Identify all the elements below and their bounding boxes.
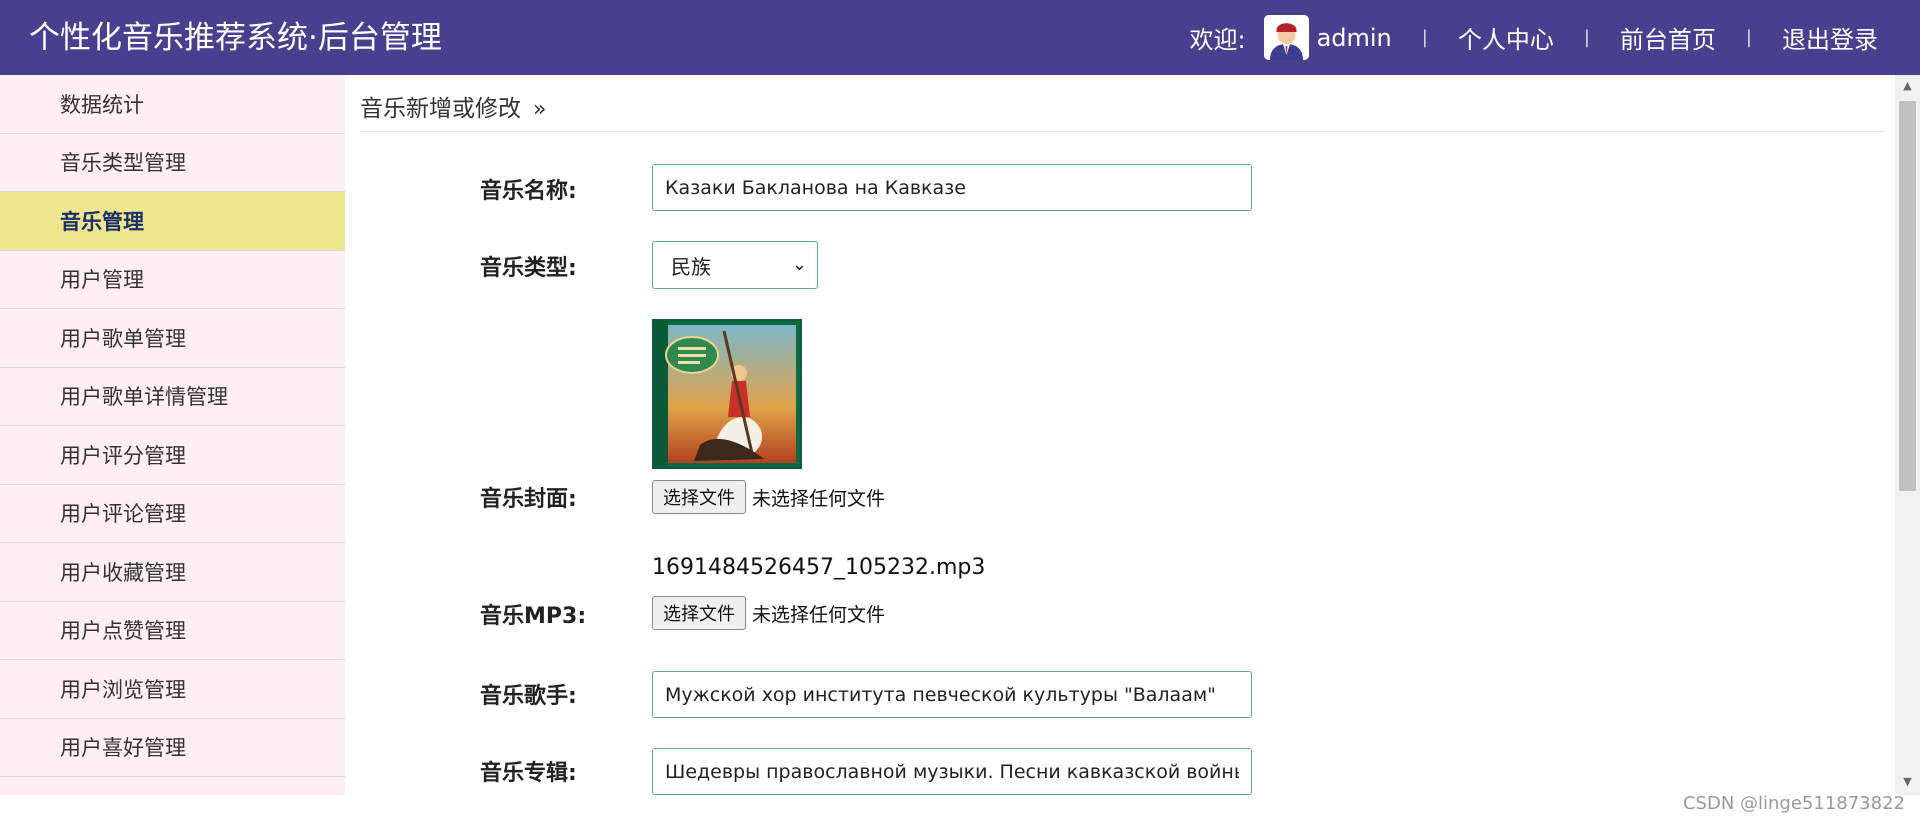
music-cover-label: 音乐封面: <box>480 487 577 512</box>
scroll-thumb[interactable] <box>1899 101 1916 491</box>
music-type-selected: 民族 <box>671 254 711 279</box>
sidebar-item-comments[interactable]: 用户评论管理 <box>0 485 345 543</box>
music-singer-label: 音乐歌手: <box>480 684 577 709</box>
cover-file-picker: 选择文件 未选择任何文件 <box>652 480 885 514</box>
app-title: 个性化音乐推荐系统·后台管理 <box>29 20 442 56</box>
music-singer-input[interactable] <box>652 671 1252 718</box>
welcome-text: 欢迎: <box>1189 26 1246 54</box>
sidebar-item-ratings[interactable]: 用户评分管理 <box>0 426 345 485</box>
main-content: 音乐新增或修改 » 音乐名称: 音乐类型: 民族 ⌄ <box>345 75 1895 795</box>
music-name-label: 音乐名称: <box>480 179 577 204</box>
nav-separator: | <box>1745 27 1752 48</box>
sidebar-item-data-stats[interactable]: 数据统计 <box>0 75 345 134</box>
header-user-nav: 欢迎: admin | 个人中心 | 前台首页 | 退出登录 <box>1189 0 1920 75</box>
cover-artwork <box>654 321 800 467</box>
sidebar-item-preferences[interactable]: 用户喜好管理 <box>0 719 345 777</box>
nav-separator: | <box>1421 27 1428 48</box>
user-avatar[interactable] <box>1263 15 1309 60</box>
mp3-file-status: 未选择任何文件 <box>752 603 886 626</box>
csdn-watermark: CSDN @linge511873822 <box>1682 793 1905 814</box>
nav-separator: | <box>1583 27 1590 48</box>
scroll-up-arrow-icon[interactable]: ▲ <box>1895 79 1920 95</box>
music-album-label: 音乐专辑: <box>480 761 577 786</box>
logout-link[interactable]: 退出登录 <box>1782 20 1878 55</box>
top-header: 个性化音乐推荐系统·后台管理 欢迎: admin | 个人中心 | 前台首页 |… <box>0 0 1920 75</box>
breadcrumb-divider <box>360 131 1885 132</box>
vertical-scrollbar[interactable]: ▲ ▼ <box>1895 75 1920 795</box>
cover-file-status: 未选择任何文件 <box>752 487 886 510</box>
sidebar-item-playlist-details[interactable]: 用户歌单详情管理 <box>0 368 345 426</box>
scroll-down-arrow-icon[interactable]: ▼ <box>1895 775 1920 791</box>
sidebar-item-users[interactable]: 用户管理 <box>0 251 345 309</box>
music-type-select[interactable]: 民族 ⌄ <box>652 241 818 289</box>
breadcrumb-text: 音乐新增或修改 <box>360 96 521 122</box>
sidebar-item-music-types[interactable]: 音乐类型管理 <box>0 134 345 192</box>
sidebar-item-playlists[interactable]: 用户歌单管理 <box>0 309 345 368</box>
music-name-input[interactable] <box>652 164 1252 211</box>
music-cover-image <box>652 319 802 469</box>
chevron-down-icon: ⌄ <box>791 254 807 275</box>
sidebar-item-favorites[interactable]: 用户收藏管理 <box>0 543 345 602</box>
breadcrumb: 音乐新增或修改 » <box>360 89 546 123</box>
cover-choose-file-button[interactable]: 选择文件 <box>652 480 746 514</box>
music-album-input[interactable] <box>652 748 1252 795</box>
sidebar-item-music[interactable]: 音乐管理 <box>0 192 345 251</box>
music-mp3-label: 音乐MP3: <box>480 604 587 629</box>
sidebar-item-likes[interactable]: 用户点赞管理 <box>0 602 345 660</box>
mp3-filename: 1691484526457_105232.mp3 <box>652 555 986 580</box>
avatar-person-icon <box>1263 15 1309 60</box>
music-type-label: 音乐类型: <box>480 256 577 281</box>
mp3-choose-file-button[interactable]: 选择文件 <box>652 596 746 630</box>
profile-link[interactable]: 个人中心 <box>1458 20 1554 55</box>
username: admin <box>1316 23 1392 52</box>
sidebar-menu: 数据统计 音乐类型管理 音乐管理 用户管理 用户歌单管理 用户歌单详情管理 用户… <box>0 75 345 795</box>
sidebar-item-browsing[interactable]: 用户浏览管理 <box>0 660 345 719</box>
mp3-file-picker: 选择文件 未选择任何文件 <box>652 596 885 630</box>
breadcrumb-chevron-icon: » <box>533 97 547 122</box>
frontend-home-link[interactable]: 前台首页 <box>1620 20 1716 55</box>
